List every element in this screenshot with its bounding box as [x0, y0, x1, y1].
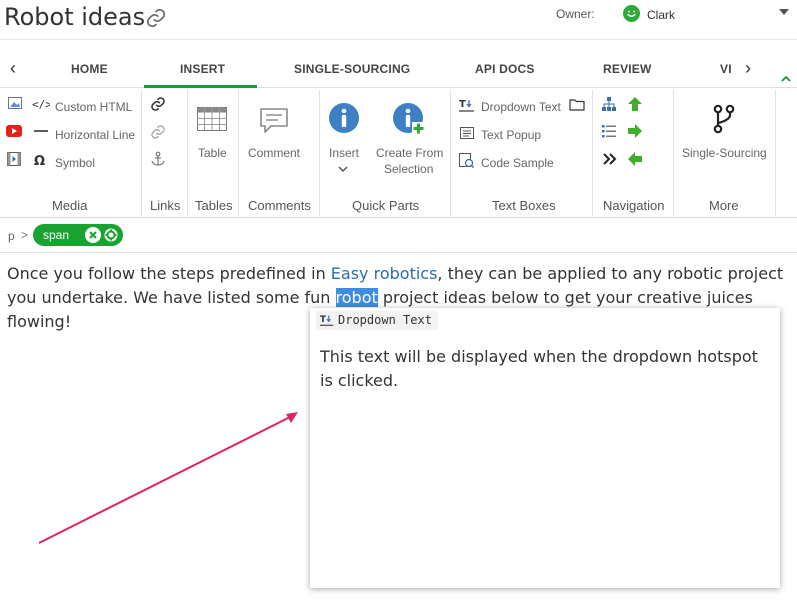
text-popup-button[interactable]: Text Popup [481, 128, 541, 142]
group-label-media: Media [52, 198, 88, 213]
arrow-left-icon[interactable] [627, 151, 643, 167]
anchor-icon[interactable] [150, 151, 166, 167]
youtube-icon[interactable] [6, 125, 22, 137]
owner-label: Owner: [556, 7, 595, 21]
sitemap-icon[interactable] [602, 97, 616, 111]
group-divider [141, 90, 142, 216]
tab-home[interactable]: HOME [71, 62, 108, 76]
comment-button[interactable]: Comment [248, 146, 300, 160]
tabs-scroll-left-icon[interactable]: ‹ [10, 58, 16, 79]
group-divider [592, 90, 593, 216]
easy-robotics-link[interactable]: Easy robotics [331, 264, 438, 283]
gear-icon[interactable] [102, 226, 120, 244]
dropdown-body-text[interactable]: This text will be displayed when the dro… [320, 345, 760, 393]
dropdown-text-button[interactable]: Dropdown Text [481, 100, 561, 114]
dropdown-text-popup[interactable]: T Dropdown Text This text will be displa… [310, 308, 780, 588]
tab-insert[interactable]: INSERT [180, 62, 225, 76]
remove-element-icon[interactable] [85, 227, 101, 243]
arrow-up-icon[interactable] [627, 96, 643, 112]
smile-icon [627, 10, 636, 17]
link-icon[interactable] [145, 7, 167, 29]
comment-icon[interactable] [259, 107, 289, 135]
chevron-down-icon[interactable] [338, 165, 348, 173]
svg-text:T: T [320, 315, 326, 325]
breadcrumb-separator: > [21, 228, 29, 242]
group-divider [673, 90, 674, 216]
group-divider [319, 90, 320, 216]
unlink-icon[interactable] [150, 124, 166, 140]
dropdown-text-tag-label: Dropdown Text [338, 313, 432, 327]
tabs-scroll-right-icon[interactable]: › [745, 58, 751, 79]
code-sample-button[interactable]: Code Sample [481, 156, 554, 170]
table-icon[interactable] [197, 107, 227, 131]
list-icon[interactable] [602, 125, 616, 138]
branch-icon[interactable] [712, 104, 736, 134]
collapse-ribbon-icon[interactable] [781, 74, 791, 84]
group-label-more: More [709, 198, 739, 213]
arrow-right-icon[interactable] [627, 123, 643, 139]
dropdown-text-icon: T [320, 315, 334, 326]
group-label-navigation: Navigation [603, 198, 665, 213]
svg-text:</>: </> [32, 98, 50, 110]
group-divider [775, 90, 776, 216]
dropdown-text-icon: T [459, 99, 474, 112]
tab-api-docs[interactable]: API DOCS [475, 62, 535, 76]
document-title[interactable]: Robot ideas [4, 3, 145, 31]
create-from-selection-line1[interactable]: Create From [376, 146, 443, 160]
owner-avatar [623, 5, 640, 22]
horizontal-line-button[interactable]: Horizontal Line [55, 128, 135, 142]
group-divider [187, 90, 188, 216]
breadcrumb-root[interactable]: p [8, 229, 15, 243]
tab-single-sourcing[interactable]: SINGLE-SOURCING [294, 62, 410, 76]
info-icon[interactable] [328, 102, 360, 134]
insert-link-icon[interactable] [150, 96, 166, 112]
group-label-tables: Tables [195, 198, 233, 213]
double-chevron-right-icon[interactable] [603, 153, 617, 165]
folder-icon[interactable] [569, 98, 585, 111]
custom-html-button[interactable]: Custom HTML [55, 100, 132, 114]
group-label-links: Links [150, 198, 181, 213]
owner-name[interactable]: Clark [647, 8, 675, 22]
breadcrumb-pill-label: span [43, 228, 70, 242]
tab-review[interactable]: REVIEW [603, 62, 652, 76]
title-bar: Robot ideas Owner: Clark [0, 0, 797, 40]
video-icon[interactable] [7, 152, 21, 166]
group-label-comments: Comments [248, 198, 311, 213]
code-icon: </> [32, 98, 50, 110]
symbol-button[interactable]: Symbol [55, 156, 95, 170]
group-divider [238, 90, 239, 216]
dropdown-text-tag: T Dropdown Text [316, 311, 438, 330]
group-divider [450, 90, 451, 216]
paragraph-text: Once you follow the steps predefined in [7, 264, 331, 283]
omega-icon: Ω [34, 154, 45, 168]
group-label-text-boxes: Text Boxes [492, 198, 556, 213]
selected-text[interactable]: robot [335, 288, 378, 307]
horizontal-line-icon [34, 130, 48, 132]
svg-text:Ω: Ω [34, 154, 45, 168]
text-popup-icon [460, 127, 474, 139]
svg-text:T: T [459, 99, 466, 110]
single-sourcing-button[interactable]: Single-Sourcing [682, 146, 767, 160]
image-icon[interactable] [8, 97, 22, 109]
group-label-quick-parts: Quick Parts [352, 198, 420, 213]
create-from-selection-icon[interactable] [392, 102, 426, 136]
tab-view[interactable]: VI [720, 62, 732, 76]
insert-quick-part-button[interactable]: Insert [329, 146, 359, 160]
code-sample-icon [459, 153, 474, 168]
owner-dropdown-caret-icon[interactable] [779, 9, 789, 15]
create-from-selection-line2[interactable]: Selection [384, 162, 433, 176]
table-button[interactable]: Table [198, 146, 227, 160]
